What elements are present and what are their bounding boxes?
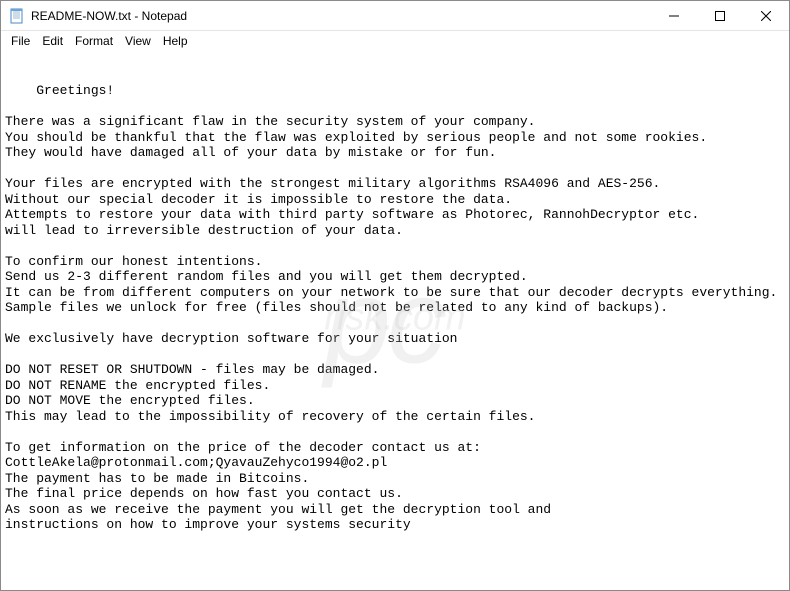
window-controls	[651, 1, 789, 30]
close-button[interactable]	[743, 1, 789, 30]
menu-view[interactable]: View	[119, 33, 157, 49]
menu-format[interactable]: Format	[69, 33, 119, 49]
notepad-icon	[9, 8, 25, 24]
minimize-icon	[669, 11, 679, 21]
menu-help[interactable]: Help	[157, 33, 194, 49]
close-icon	[761, 11, 771, 21]
document-text: Greetings! There was a significant flaw …	[5, 83, 777, 532]
maximize-icon	[715, 11, 725, 21]
notepad-window: README-NOW.txt - Notepad File Edit Forma…	[0, 0, 790, 591]
minimize-button[interactable]	[651, 1, 697, 30]
maximize-button[interactable]	[697, 1, 743, 30]
menubar: File Edit Format View Help	[1, 31, 789, 50]
titlebar[interactable]: README-NOW.txt - Notepad	[1, 1, 789, 31]
menu-file[interactable]: File	[5, 33, 36, 49]
window-title: README-NOW.txt - Notepad	[31, 1, 651, 31]
watermark: pcrisk.com	[324, 315, 465, 326]
text-editor-content[interactable]: pcrisk.com Greetings! There was a signif…	[1, 50, 789, 590]
menu-edit[interactable]: Edit	[36, 33, 69, 49]
